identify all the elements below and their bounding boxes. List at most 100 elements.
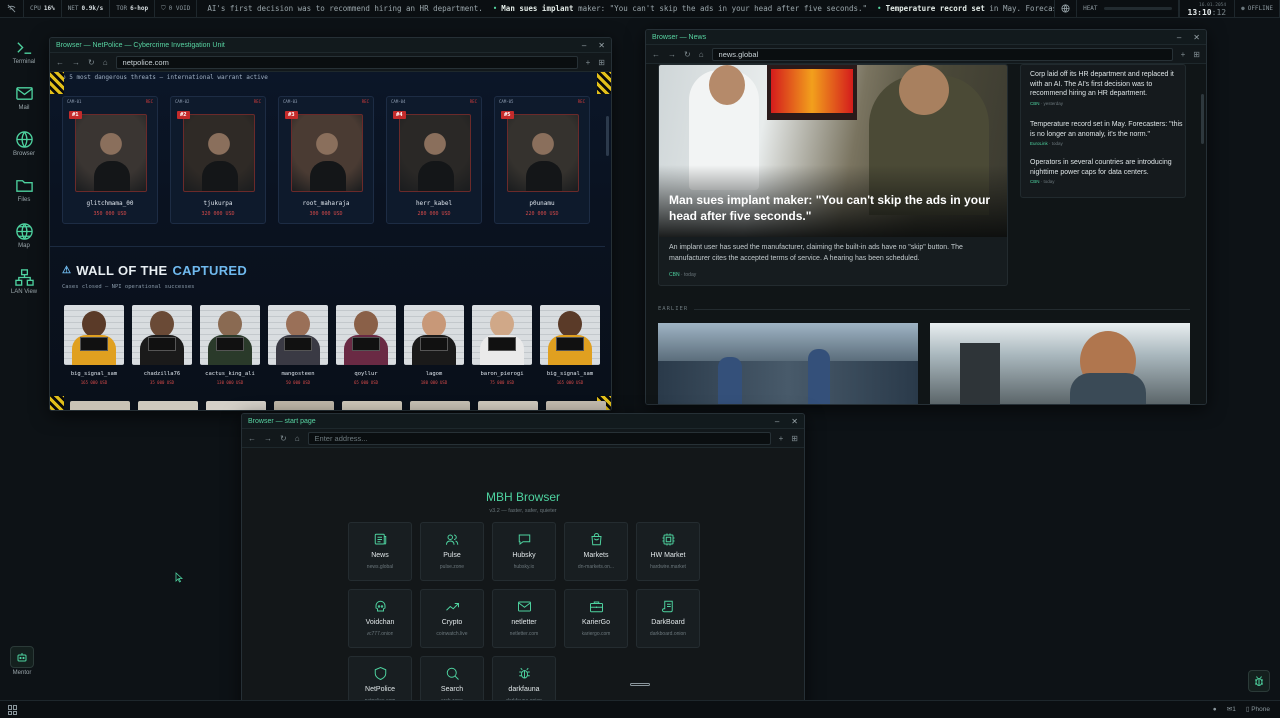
new-tab-icon[interactable]: + [586,58,591,67]
lead-headline[interactable]: Man sues implant maker: "You can't skip … [669,192,999,224]
quick-link-darkboard[interactable]: DarkBoard darkboard.onion [636,589,700,648]
reload-icon[interactable]: ↻ [280,434,287,443]
address-bar[interactable] [115,55,578,69]
globe-button[interactable] [1054,0,1078,17]
globe-icon [15,131,33,148]
window-titlebar[interactable]: Browser — News – ✕ [646,30,1206,45]
wanted-card[interactable]: CAM-01 REC #1 glitchmama_00 350 000 USD [62,96,158,224]
wanted-card[interactable]: CAM-03 REC #3 root_maharaja 300 000 USD [278,96,374,224]
window-titlebar[interactable]: Browser — NetPolice — Cybercrime Investi… [50,38,611,53]
wanted-card[interactable]: CAM-05 REC #5 p0unamu 220 000 USD [494,96,590,224]
dock-item-terminal[interactable]: Terminal [0,38,48,65]
quick-link-label: Markets [583,552,609,559]
minimize-button[interactable]: – [1177,33,1181,42]
back-icon[interactable]: ← [652,50,660,59]
tabs-icon[interactable]: ⊞ [791,434,798,443]
captured-card[interactable]: baron_pierogi 75 000 USD [472,305,532,385]
news-ticker[interactable]: AI's first decision was to recommend hir… [197,0,1054,17]
minimize-button[interactable]: – [775,417,779,426]
captured-card[interactable]: mangosteen 50 000 USD [268,305,328,385]
ticker-item[interactable]: • Man sues implant maker: "You can't skip… [493,4,867,13]
scrollbar[interactable] [1201,94,1204,144]
back-icon[interactable]: ← [56,58,64,67]
window-titlebar[interactable]: Browser — start page – ✕ [242,414,804,429]
bug-report-button[interactable] [1248,670,1270,692]
sidebar-story[interactable]: Temperature record set in May. Forecaste… [1030,120,1184,147]
quick-link-url: darkboard.onion [649,631,687,637]
mugshot-photo [200,305,260,365]
sidebar-story[interactable]: Corp laid off its HR department and repl… [1030,70,1184,107]
forward-icon[interactable]: → [668,50,676,59]
reload-icon[interactable]: ↻ [88,58,95,67]
sidebar-story-meta: CBN · yesterday [1030,100,1064,106]
news-window[interactable]: Browser — News – ✕ ← → ↻ ⌂ + ⊞ Man sues i… [645,29,1207,405]
close-button[interactable]: ✕ [598,41,605,50]
tabs-icon[interactable]: ⊞ [1193,50,1200,59]
captured-card[interactable]: big_signal_sam 165 000 USD [540,305,600,385]
scroll-handle[interactable] [630,683,650,686]
captured-card[interactable]: qoyllur 65 000 USD [336,305,396,385]
address-bar[interactable] [711,47,1173,61]
quick-link-kariergo[interactable]: KarierGo kariergo.com [564,589,628,648]
sidebar-story[interactable]: Operators in several countries are intro… [1030,158,1184,185]
wanted-card[interactable]: CAM-02 REC #2 tjukurpa 320 000 USD [170,96,266,224]
home-icon[interactable]: ⌂ [699,50,704,59]
wanted-card[interactable]: CAM-04 REC #4 herr_kabel 280 000 USD [386,96,482,224]
mugshot-photo [336,305,396,365]
quick-link-label: Search [440,686,464,693]
quick-link-news[interactable]: News news.global [348,522,412,581]
ticker-item[interactable]: AI's first decision was to recommend hir… [203,4,482,13]
apps-grid-button[interactable] [8,705,18,715]
dock-item-mail[interactable]: Mail [0,84,48,111]
captured-card[interactable]: cactus_king_ali 130 000 USD [200,305,260,385]
quick-link-url: hubsky.io [513,564,535,570]
scrollbar[interactable] [606,116,609,156]
quick-link-voidchan[interactable]: Voidchan vc777.onion [348,589,412,648]
start-page-window[interactable]: Browser — start page – ✕ ← → ↻ ⌂ + ⊞ MBH … [241,413,805,718]
tabs-icon[interactable]: ⊞ [598,58,605,67]
netpolice-window[interactable]: Browser — NetPolice — Cybercrime Investi… [49,37,612,411]
quick-link-hubsky[interactable]: Hubsky hubsky.io [492,522,556,581]
close-button[interactable]: ✕ [791,417,798,426]
dock-label: Terminal [12,59,36,65]
rank-badge: #2 [177,111,190,119]
section-divider [50,246,605,247]
phone-button[interactable]: ▯ Phone [1246,705,1270,713]
lead-story-card[interactable]: Man sues implant maker: "You can't skip … [658,64,1008,286]
dock-item-files[interactable]: Files [0,176,48,203]
dock-item-browser[interactable]: Browser [0,130,48,157]
home-icon[interactable]: ⌂ [295,434,300,443]
quick-link-crypto[interactable]: Crypto coinwatch.live [420,589,484,648]
home-icon[interactable]: ⌂ [103,58,108,67]
earlier-story-image[interactable] [658,323,918,404]
captured-card[interactable]: big_signal_sam 165 000 USD [64,305,124,385]
dock-item-map[interactable]: Map [0,222,48,249]
captured-card[interactable]: lagom 180 000 USD [404,305,464,385]
address-bar[interactable] [307,431,771,445]
earlier-story-image[interactable] [930,323,1190,404]
back-icon[interactable]: ← [248,434,256,443]
close-button[interactable]: ✕ [1193,33,1200,42]
shield-icon: ⛉ [161,4,166,12]
mentor-button[interactable] [10,646,34,668]
quick-link-hw-market[interactable]: HW Market hardwire.market [636,522,700,581]
notifications-button[interactable]: ✉1 [1227,705,1236,713]
offline-status[interactable]: ● OFFLINE [1234,0,1280,17]
new-tab-icon[interactable]: + [779,434,784,443]
wifi-off-toggle[interactable] [0,0,24,17]
ticker-bullet: • [877,4,882,13]
dock-item-lan-view[interactable]: LAN View [0,268,48,295]
reload-icon[interactable]: ↻ [684,50,691,59]
captured-card[interactable]: chadzilla76 35 000 USD [132,305,192,385]
forward-icon[interactable]: → [264,434,272,443]
forward-icon[interactable]: → [72,58,80,67]
quick-link-url: dn-markets.on... [577,564,615,570]
quick-link-netletter[interactable]: netletter netletter.com [492,589,556,648]
ticker-item[interactable]: • Temperature record set in May. Forecas [877,4,1054,13]
users-icon [445,534,458,545]
quick-link-pulse[interactable]: Pulse pulse.zone [420,522,484,581]
minimize-button[interactable]: – [582,41,586,50]
new-tab-icon[interactable]: + [1181,50,1186,59]
quick-link-markets[interactable]: Markets dn-markets.on... [564,522,628,581]
window-title: Browser — News [652,33,707,41]
